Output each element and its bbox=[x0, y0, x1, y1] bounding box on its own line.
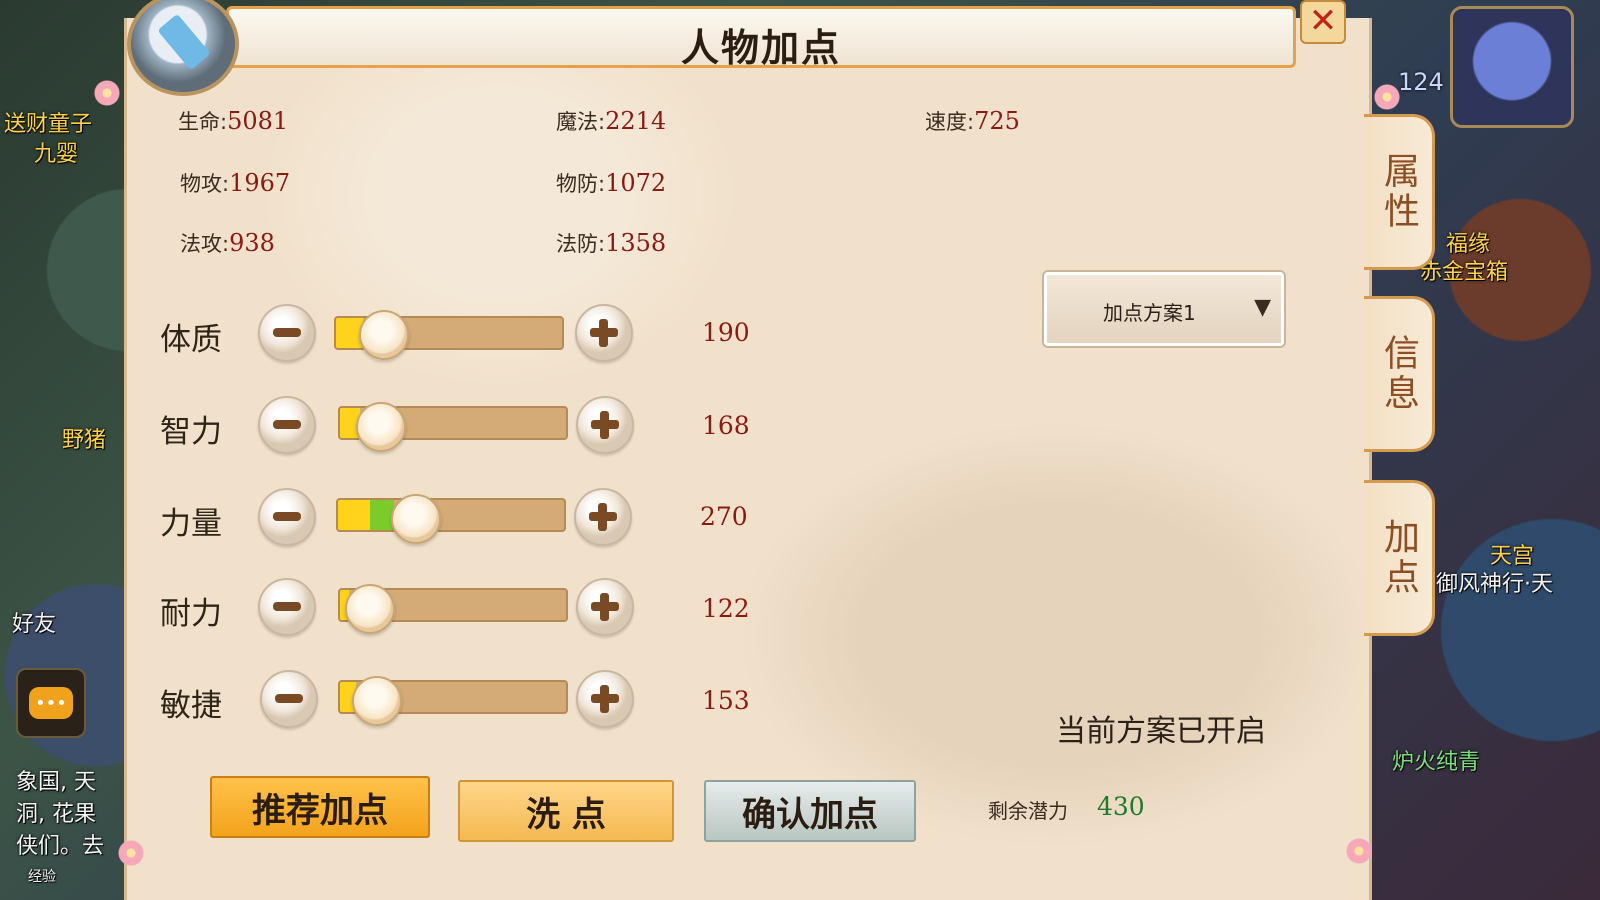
confirm-points-button[interactable]: 确认加点 bbox=[704, 780, 916, 842]
chat-bubble-icon: ••• bbox=[29, 687, 73, 719]
npc-label: 御风神行·天 bbox=[1436, 572, 1553, 597]
attribute-panel bbox=[124, 18, 1372, 900]
chat-line: 侠们。去 bbox=[16, 834, 105, 859]
plan-status-text: 当前方案已开启 bbox=[1056, 714, 1266, 749]
plan-selected-value: 加点方案1 bbox=[1103, 301, 1196, 325]
attribute-slider-track[interactable] bbox=[336, 498, 566, 532]
chat-button[interactable]: ••• bbox=[16, 668, 86, 738]
chevron-down-icon: ▼ bbox=[1254, 295, 1271, 320]
flower-decoration-icon bbox=[94, 80, 120, 106]
player-avatar[interactable] bbox=[1450, 6, 1574, 128]
npc-label: 送财童子 bbox=[4, 112, 93, 137]
increase-button[interactable] bbox=[574, 488, 632, 546]
attribute-value: 190 bbox=[702, 318, 750, 347]
increase-button[interactable] bbox=[576, 670, 634, 728]
base-fill bbox=[338, 500, 370, 530]
npc-label: 九婴 bbox=[34, 142, 79, 167]
attribute-value: 122 bbox=[702, 594, 750, 623]
recommend-points-button[interactable]: 推荐加点 bbox=[210, 776, 430, 838]
remaining-points-label: 剩余潜力 bbox=[988, 799, 1068, 823]
chat-line: 象国, 天 bbox=[16, 770, 96, 795]
attribute-label: 力量 bbox=[160, 506, 222, 542]
npc-label: 赤金宝箱 bbox=[1420, 260, 1509, 285]
increase-button[interactable] bbox=[576, 578, 634, 636]
page-title: 人物加点 bbox=[680, 26, 841, 70]
flower-decoration-icon bbox=[1374, 84, 1400, 110]
attribute-label: 体质 bbox=[160, 322, 222, 358]
tab-label: 属性 bbox=[1378, 152, 1419, 232]
decrease-button[interactable] bbox=[258, 396, 316, 454]
tab-label: 信息 bbox=[1378, 334, 1419, 414]
attribute-label: 耐力 bbox=[160, 596, 222, 632]
slider-knob[interactable] bbox=[359, 310, 410, 360]
exp-label: 经验 bbox=[28, 869, 56, 885]
decrease-button[interactable] bbox=[258, 304, 316, 362]
remaining-points-value: 430 bbox=[1097, 792, 1145, 821]
flower-decoration-icon bbox=[118, 840, 144, 866]
tab-label: 加点 bbox=[1378, 518, 1419, 598]
increase-button[interactable] bbox=[575, 304, 633, 362]
title-bar: 人物加点 bbox=[226, 6, 1296, 70]
tab-add-points[interactable]: 加点 bbox=[1364, 480, 1435, 636]
stat-mp: 魔法:2214 bbox=[556, 107, 667, 135]
player-level: 124 bbox=[1398, 68, 1444, 96]
stat-hp: 生命:5081 bbox=[178, 107, 289, 135]
npc-label: 野猪 bbox=[62, 428, 107, 453]
stat-magic-attack: 法攻:938 bbox=[180, 229, 275, 257]
decrease-button[interactable] bbox=[258, 488, 316, 546]
slider-knob[interactable] bbox=[356, 402, 407, 452]
close-button[interactable]: ✕ bbox=[1300, 0, 1346, 44]
flower-decoration-icon bbox=[1346, 838, 1372, 864]
stat-phys-defense: 物防:1072 bbox=[556, 169, 667, 197]
plan-dropdown[interactable]: 加点方案1 ▼ bbox=[1044, 272, 1284, 346]
tab-attributes[interactable]: 属性 bbox=[1364, 114, 1435, 270]
attribute-label: 智力 bbox=[160, 414, 222, 450]
slider-knob[interactable] bbox=[390, 494, 441, 544]
stat-phys-attack: 物攻:1967 bbox=[180, 169, 291, 197]
slider-knob[interactable] bbox=[345, 584, 396, 634]
slider-knob[interactable] bbox=[351, 676, 402, 726]
buff-label: 炉火纯青 bbox=[1392, 750, 1481, 775]
stat-speed: 速度:725 bbox=[925, 107, 1020, 135]
attribute-label: 敏捷 bbox=[160, 688, 222, 724]
chat-line: 洞, 花果 bbox=[16, 802, 96, 827]
stat-magic-defense: 法防:1358 bbox=[556, 229, 667, 257]
tab-info[interactable]: 信息 bbox=[1364, 296, 1435, 452]
decrease-button[interactable] bbox=[258, 578, 316, 636]
reset-points-button[interactable]: 洗 点 bbox=[458, 780, 674, 842]
increase-button[interactable] bbox=[576, 396, 634, 454]
decrease-button[interactable] bbox=[260, 670, 318, 728]
attribute-value: 270 bbox=[700, 502, 748, 531]
attribute-value: 153 bbox=[702, 686, 750, 715]
friends-label[interactable]: 好友 bbox=[12, 606, 56, 638]
attribute-value: 168 bbox=[702, 411, 750, 440]
